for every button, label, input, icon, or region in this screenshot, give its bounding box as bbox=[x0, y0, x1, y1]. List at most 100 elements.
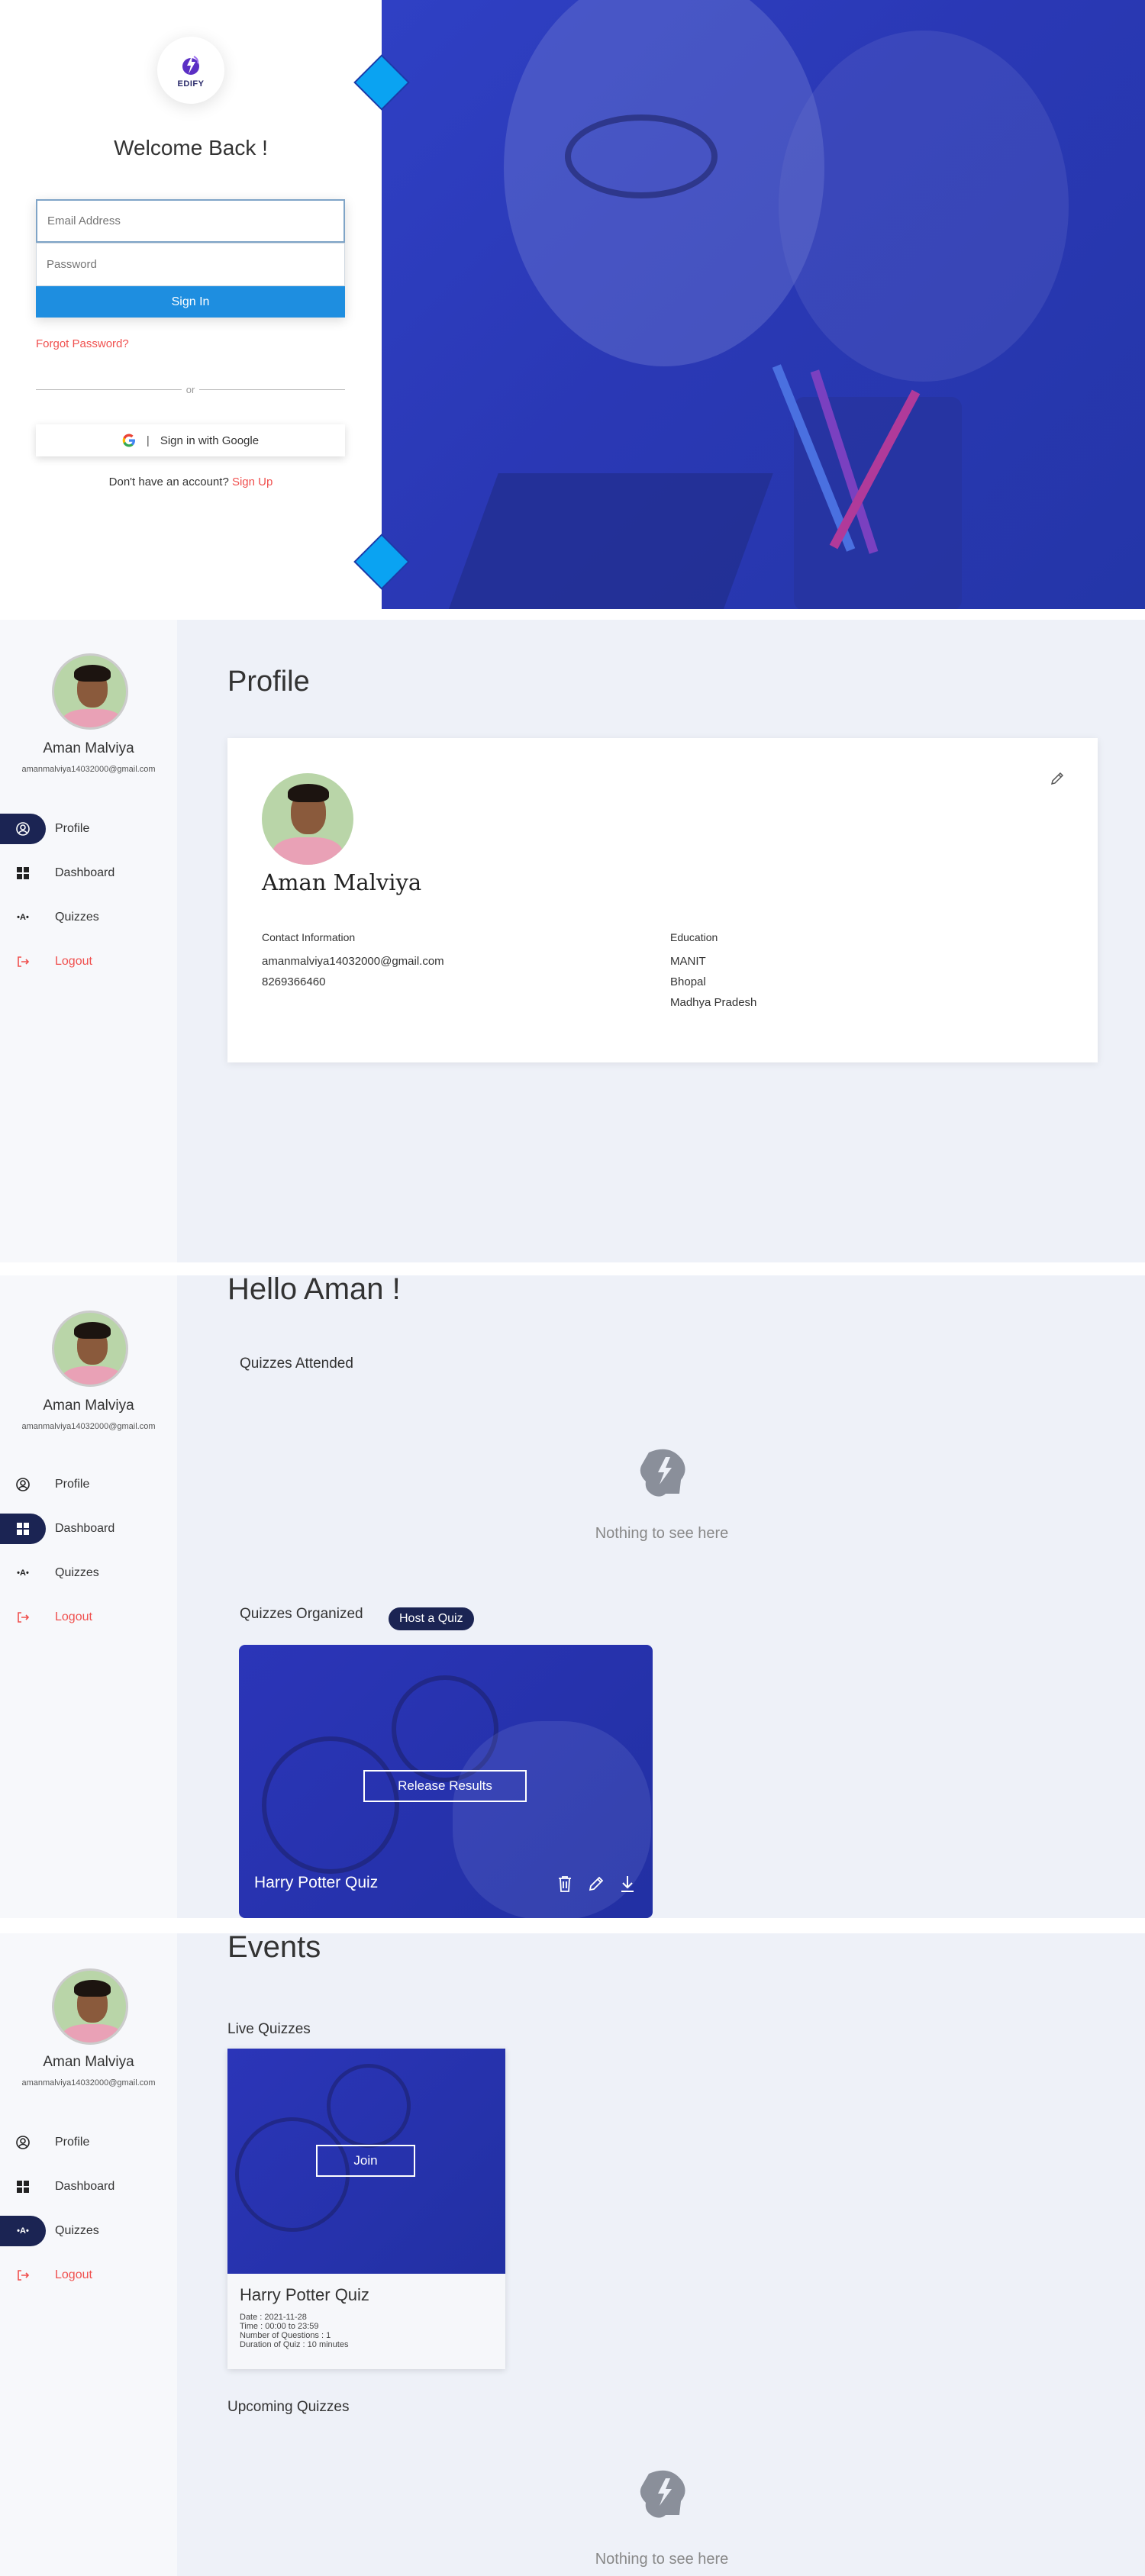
sidebar: Aman Malviya amanmalviya14032000@gmail.c… bbox=[0, 1933, 177, 2576]
or-divider: or bbox=[36, 382, 345, 397]
quiz-card[interactable]: Release Results Harry Potter Quiz bbox=[239, 1645, 653, 1918]
education-institute: MANIT bbox=[670, 955, 706, 968]
hero-image bbox=[382, 0, 1145, 609]
profile-screen: Aman Malviya amanmalviya14032000@gmail.c… bbox=[0, 620, 1145, 1262]
email-field[interactable] bbox=[36, 199, 345, 243]
sidebar-item-dashboard[interactable]: Dashboard bbox=[0, 2171, 177, 2202]
edify-logo: EDIFY bbox=[157, 37, 224, 104]
user-circle-icon bbox=[0, 814, 46, 844]
login-panel: EDIFY Welcome Back ! Sign In Forgot Pass… bbox=[0, 0, 382, 609]
separator-pipe: | bbox=[146, 434, 150, 447]
sidebar-item-label: Dashboard bbox=[55, 1522, 115, 1535]
pencil-icon[interactable] bbox=[1049, 770, 1066, 791]
sidebar-item-label: Quizzes bbox=[55, 1566, 99, 1579]
sidebar-item-logout[interactable]: Logout bbox=[0, 1602, 177, 1633]
or-label: or bbox=[185, 383, 195, 395]
dashboard-screen: Aman Malviya amanmalviya14032000@gmail.c… bbox=[0, 1275, 1145, 1918]
card-photo-glasses bbox=[327, 2064, 411, 2148]
sidebar-item-logout[interactable]: Logout bbox=[0, 946, 177, 977]
attended-heading: Quizzes Attended bbox=[240, 1356, 353, 1372]
sidebar-user-email: amanmalviya14032000@gmail.com bbox=[21, 1422, 156, 1431]
sidebar-item-profile[interactable]: Profile bbox=[0, 1469, 177, 1500]
event-duration: Duration of Quiz : 10 minutes bbox=[240, 2340, 349, 2349]
sidebar-item-logout[interactable]: Logout bbox=[0, 2260, 177, 2291]
profile-card: Aman Malviya Contact Information amanmal… bbox=[227, 738, 1098, 1062]
sidebar-nav: Profile Dashboard •A• Quizzes Logout bbox=[0, 1469, 177, 1646]
profile-name: Aman Malviya bbox=[262, 869, 422, 895]
sidebar-item-dashboard[interactable]: Dashboard bbox=[0, 858, 177, 888]
avatar bbox=[52, 653, 128, 730]
sign-up-link[interactable]: Sign Up bbox=[232, 476, 273, 488]
page-title: Events bbox=[227, 1933, 321, 1964]
event-date: Date : 2021-11-28 bbox=[240, 2313, 307, 2322]
no-account-text: Don't have an account? bbox=[108, 476, 229, 488]
sidebar-user-name: Aman Malviya bbox=[43, 740, 134, 756]
sidebar-item-quizzes[interactable]: •A• Quizzes bbox=[0, 2216, 177, 2246]
empty-state-text: Nothing to see here bbox=[595, 2551, 729, 2568]
welcome-heading: Welcome Back ! bbox=[114, 136, 268, 160]
quiz-card-actions bbox=[556, 1875, 636, 1897]
events-main: Events Live Quizzes Join Harry Potter Qu… bbox=[177, 1933, 1145, 2576]
google-icon bbox=[122, 434, 135, 447]
pencil-icon[interactable] bbox=[587, 1875, 605, 1897]
password-field[interactable] bbox=[36, 243, 345, 286]
host-quiz-button[interactable]: Host a Quiz bbox=[389, 1607, 474, 1630]
trash-icon[interactable] bbox=[556, 1875, 573, 1897]
join-button[interactable]: Join bbox=[316, 2145, 415, 2177]
sidebar: Aman Malviya amanmalviya14032000@gmail.c… bbox=[0, 1275, 177, 1918]
user-circle-icon bbox=[0, 1469, 46, 1500]
event-card-title: Harry Potter Quiz bbox=[240, 2285, 369, 2304]
logo-text: EDIFY bbox=[177, 79, 205, 89]
download-icon[interactable] bbox=[619, 1875, 636, 1897]
sidebar-item-label: Profile bbox=[55, 2136, 90, 2149]
event-question-count: Number of Questions : 1 bbox=[240, 2331, 331, 2340]
hero-photo-laptop bbox=[448, 473, 773, 609]
divider-line-left bbox=[36, 388, 182, 390]
page-title: Profile bbox=[227, 666, 310, 698]
sidebar-item-dashboard[interactable]: Dashboard bbox=[0, 1514, 177, 1544]
release-results-button[interactable]: Release Results bbox=[363, 1770, 527, 1802]
user-circle-icon bbox=[0, 2127, 46, 2158]
contact-heading: Contact Information bbox=[262, 931, 356, 943]
signup-row: Don't have an account? Sign Up bbox=[0, 476, 382, 488]
edify-logo-icon bbox=[182, 55, 199, 75]
hero-photo-glasses bbox=[565, 114, 718, 198]
education-state: Madhya Pradesh bbox=[670, 996, 757, 1009]
logout-icon bbox=[0, 1602, 46, 1633]
sidebar: Aman Malviya amanmalviya14032000@gmail.c… bbox=[0, 620, 177, 1262]
sidebar-item-quizzes[interactable]: •A• Quizzes bbox=[0, 1558, 177, 1588]
sidebar-item-profile[interactable]: Profile bbox=[0, 814, 177, 844]
sidebar-item-label: Profile bbox=[55, 822, 90, 835]
sidebar-nav: Profile Dashboard •A• Quizzes Logout bbox=[0, 2127, 177, 2304]
education-heading: Education bbox=[670, 931, 718, 943]
sidebar-item-label: Quizzes bbox=[55, 911, 99, 924]
avatar bbox=[52, 1311, 128, 1387]
grid-icon bbox=[0, 1514, 46, 1544]
forgot-password-link[interactable]: Forgot Password? bbox=[36, 337, 129, 350]
google-sign-in-button[interactable]: | Sign in with Google bbox=[36, 424, 345, 456]
sidebar-item-label: Logout bbox=[55, 955, 92, 968]
quiz-icon: •A• bbox=[17, 913, 29, 922]
event-card[interactable]: Join Harry Potter Quiz Date : 2021-11-28… bbox=[227, 2049, 505, 2369]
logout-icon bbox=[0, 2260, 46, 2291]
sidebar-item-quizzes[interactable]: •A• Quizzes bbox=[0, 902, 177, 933]
quiz-icon: •A• bbox=[17, 1568, 29, 1578]
divider-line-right bbox=[199, 388, 345, 390]
upcoming-quizzes-heading: Upcoming Quizzes bbox=[227, 2399, 350, 2415]
google-button-label: Sign in with Google bbox=[160, 434, 260, 447]
dashboard-greeting: Hello Aman ! bbox=[227, 1275, 401, 1306]
sidebar-item-label: Profile bbox=[55, 1478, 90, 1491]
live-quizzes-heading: Live Quizzes bbox=[227, 2021, 311, 2037]
sidebar-item-label: Quizzes bbox=[55, 2224, 99, 2237]
contact-phone: 8269366460 bbox=[262, 975, 326, 988]
sidebar-item-label: Dashboard bbox=[55, 866, 115, 879]
quiz-card-title: Harry Potter Quiz bbox=[254, 1874, 379, 1891]
sign-in-button[interactable]: Sign In bbox=[36, 286, 345, 318]
sidebar-item-profile[interactable]: Profile bbox=[0, 2127, 177, 2158]
event-card-image: Join bbox=[227, 2049, 505, 2274]
empty-state-icon bbox=[640, 1449, 685, 1497]
events-screen: Aman Malviya amanmalviya14032000@gmail.c… bbox=[0, 1933, 1145, 2576]
education-city: Bhopal bbox=[670, 975, 706, 988]
sidebar-item-label: Logout bbox=[55, 2268, 92, 2281]
login-form: Sign In bbox=[36, 199, 345, 318]
